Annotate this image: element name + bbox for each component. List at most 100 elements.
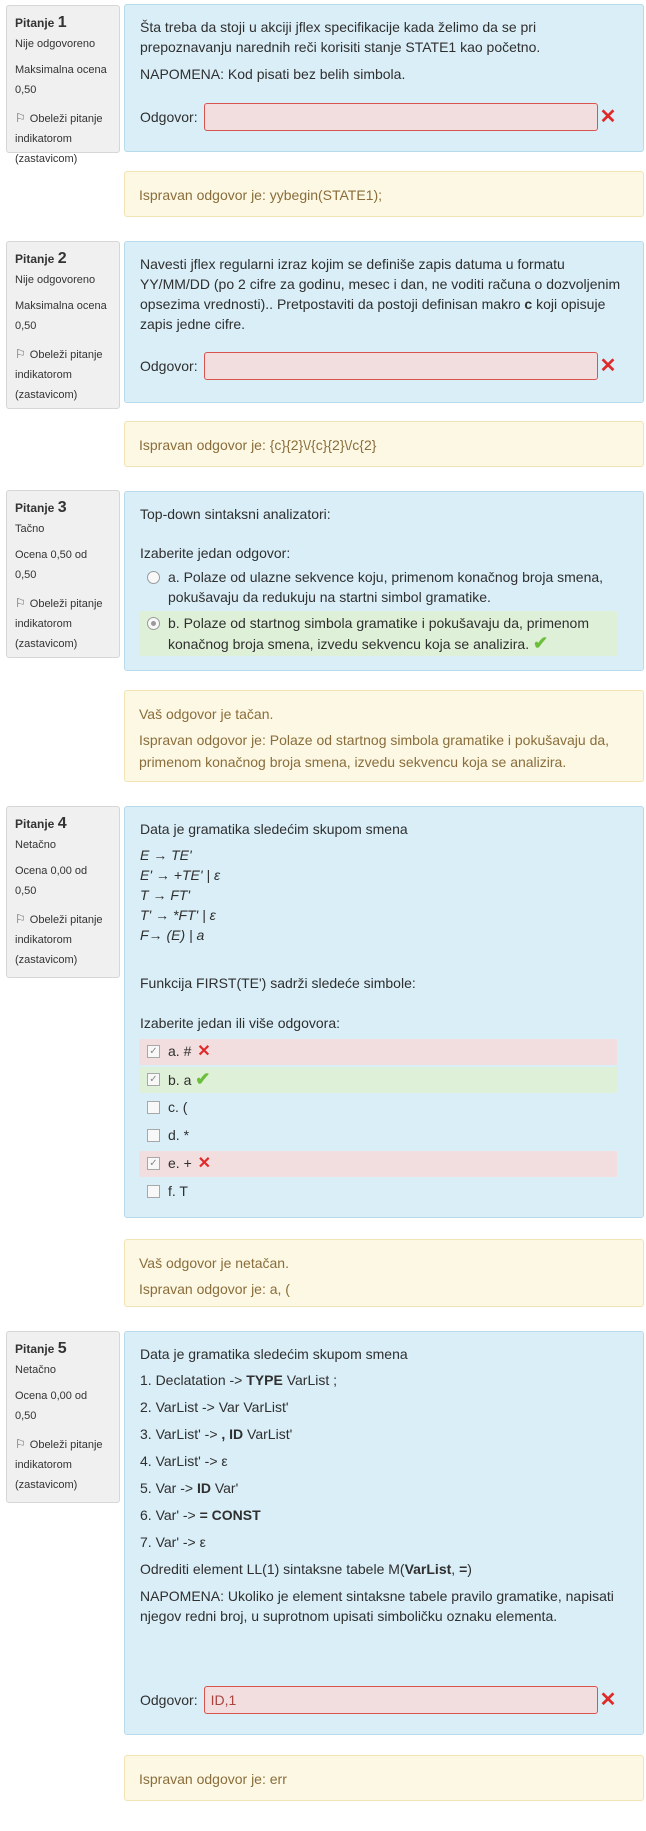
option-b[interactable]: b. Polaze od startnog simbola gramatike …: [139, 611, 617, 656]
grammar-rule: 3. VarList' -> , ID VarList': [140, 1426, 293, 1442]
grammar-rule: 7. Var' -> ε: [140, 1534, 206, 1550]
grammar-rule: 6. Var' -> = CONST: [140, 1507, 261, 1523]
option-f[interactable]: f. T: [139, 1179, 617, 1205]
feedback-box: Ispravan odgovor je: yybegin(STATE1);: [124, 171, 644, 217]
question-grade: Ocena 0,00 od 0,50: [15, 865, 88, 897]
question-number: Pitanje 2: [15, 250, 67, 267]
cross-icon: ✕: [599, 355, 617, 377]
grammar-rule: 5. Var -> ID Var': [140, 1480, 239, 1496]
feedback-box: Ispravan odgovor je: {c}{2}\/{c}{2}\/c{2…: [124, 421, 644, 467]
grammar-rule: 1. Declatation -> TYPE VarList ;: [140, 1372, 338, 1388]
answer-row: Odgovor: ✕: [140, 103, 616, 131]
correct-answer-text: Ispravan odgovor je: yybegin(STATE1);: [139, 187, 383, 203]
question-number: Pitanje 4: [15, 815, 67, 832]
option-e[interactable]: ✓ e. + ✕: [139, 1151, 617, 1177]
question-info: Pitanje 4 Netačno Ocena 0,00 od 0,50 ⚐ Ob…: [6, 806, 120, 978]
flag-icon: ⚐: [15, 1437, 26, 1451]
grammar-rule: 2. VarList -> Var VarList': [140, 1399, 289, 1415]
option-a[interactable]: a. Polaze od ulazne sekvence koju, prime…: [139, 565, 617, 609]
flag-question-link[interactable]: ⚐ Obeleži pitanje indikatorom (zastavicom…: [15, 909, 111, 970]
option-b[interactable]: ✓ b. a ✔: [139, 1067, 617, 1093]
question-content: Navesti jflex regularni izraz kojim se d…: [124, 241, 644, 403]
question-text: Navesti jflex regularni izraz kojim se d…: [140, 256, 621, 332]
feedback-box: Vaš odgovor je netačan. Ispravan odgovor…: [124, 1239, 644, 1307]
answer-label: Odgovor:: [140, 1692, 198, 1708]
feedback-result: Vaš odgovor je tačan.: [139, 706, 274, 722]
grammar-rules: 1. Declatation -> TYPE VarList ; 2. VarL…: [140, 1370, 629, 1552]
answer-input[interactable]: [203, 1686, 598, 1714]
correct-answer-text: Ispravan odgovor je: Polaze od startnog …: [139, 732, 610, 770]
option-label: d. *: [168, 1127, 190, 1143]
answer-row: Odgovor: ✕: [140, 1686, 616, 1714]
answer-label: Odgovor:: [140, 109, 198, 125]
check-icon: ✔: [195, 1069, 211, 1089]
correct-answer-text: Ispravan odgovor je: {c}{2}\/{c}{2}\/c{2…: [139, 437, 377, 453]
question-state: Tačno: [15, 523, 45, 535]
option-label: b. Polaze od startnog simbola gramatike …: [168, 615, 589, 653]
check-icon: ✔: [533, 633, 549, 653]
flag-icon: ⚐: [15, 111, 26, 125]
flag-question-link[interactable]: ⚐ Obeleži pitanje indikatorom (zastavicom…: [15, 1434, 111, 1495]
option-label: b. a ✔: [168, 1069, 211, 1089]
question-text: Data je gramatika sledećim skupom smena: [140, 1346, 408, 1362]
question-info: Pitanje 3 Tačno Ocena 0,50 od 0,50 ⚐ Obel…: [6, 490, 120, 658]
correct-answer-text: Ispravan odgovor je: a, (: [139, 1281, 290, 1297]
flag-icon: ⚐: [15, 912, 26, 926]
answer-row: Odgovor: ✕: [140, 352, 616, 380]
radio-button[interactable]: [147, 617, 160, 630]
question-number: Pitanje 1: [15, 14, 67, 31]
correct-answer-text: Ispravan odgovor je: err: [139, 1771, 287, 1787]
question-content: Data je gramatika sledećim skupom smena …: [124, 1331, 644, 1735]
question-grade: Maksimalna ocena 0,50: [15, 64, 107, 96]
radio-button[interactable]: [147, 571, 160, 584]
question-grade: Maksimalna ocena 0,50: [15, 300, 107, 332]
answer-prompt: Izaberite jedan odgovor:: [140, 545, 291, 561]
question-text: Šta treba da stoji u akciji jflex specif…: [140, 19, 541, 55]
grammar-rule: T' → *FT' | ε: [140, 907, 216, 923]
question-note: NAPOMENA: Kod pisati bez belih simbola.: [140, 66, 406, 82]
option-label: f. T: [168, 1183, 188, 1199]
question-number: Pitanje 5: [15, 1340, 67, 1357]
checkbox[interactable]: ✓: [147, 1045, 160, 1058]
answer-input[interactable]: [203, 352, 598, 380]
feedback-result: Vaš odgovor je netačan.: [139, 1255, 289, 1271]
question-grade: Ocena 0,50 od 0,50: [15, 549, 88, 581]
answer-input[interactable]: [203, 103, 598, 131]
flag-question-link[interactable]: ⚐ Obeleži pitanje indikatorom (zastavicom…: [15, 344, 111, 405]
checkbox[interactable]: [147, 1129, 160, 1142]
question-subtext: Funkcija FIRST(TE') sadrži sledeće simbo…: [140, 975, 416, 991]
grammar-rule: F→ (E) | a: [140, 927, 205, 943]
checkbox[interactable]: ✓: [147, 1073, 160, 1086]
grammar-rule: 4. VarList' -> ε: [140, 1453, 228, 1469]
question-state: Nije odgovoreno: [15, 274, 96, 286]
option-label: a. Polaze od ulazne sekvence koju, prime…: [168, 569, 604, 605]
question-grade: Ocena 0,00 od 0,50: [15, 1390, 88, 1422]
checkbox[interactable]: [147, 1185, 160, 1198]
flag-icon: ⚐: [15, 596, 26, 610]
option-a[interactable]: ✓ a. # ✕: [139, 1039, 617, 1065]
answer-label: Odgovor:: [140, 358, 198, 374]
answer-prompt: Izaberite jedan ili više odgovora:: [140, 1015, 341, 1031]
checkbox[interactable]: ✓: [147, 1157, 160, 1170]
question-info: Pitanje 2 Nije odgovoreno Maksimalna oce…: [6, 241, 120, 409]
question-content: Top-down sintaksni analizatori: Izaberit…: [124, 491, 644, 671]
feedback-box: Ispravan odgovor je: err: [124, 1755, 644, 1801]
question-number: Pitanje 3: [15, 499, 67, 516]
flag-question-link[interactable]: ⚐ Obeleži pitanje indikatorom (zastavicom…: [15, 108, 111, 169]
grammar-rules: E → TE' E' → +TE' | ε T → FT' T' → *FT' …: [140, 845, 629, 945]
flag-question-link[interactable]: ⚐ Obeleži pitanje indikatorom (zastavicom…: [15, 593, 111, 654]
question-content: Šta treba da stoji u akciji jflex specif…: [124, 4, 644, 152]
checkbox[interactable]: [147, 1101, 160, 1114]
option-c[interactable]: c. (: [139, 1095, 617, 1121]
option-d[interactable]: d. *: [139, 1123, 617, 1149]
option-label: c. (: [168, 1099, 188, 1115]
option-label: e. + ✕: [168, 1155, 212, 1172]
question-content: Data je gramatika sledećim skupom smena …: [124, 806, 644, 1218]
question-info: Pitanje 1 Nije odgovoreno Maksimalna oce…: [6, 5, 120, 165]
feedback-box: Vaš odgovor je tačan. Ispravan odgovor j…: [124, 690, 644, 782]
cross-icon: ✕: [599, 1689, 617, 1711]
question-info: Pitanje 5 Netačno Ocena 0,00 od 0,50 ⚐ Ob…: [6, 1331, 120, 1503]
grammar-rule: E' → +TE' | ε: [140, 867, 221, 883]
grammar-rule: T → FT': [140, 887, 191, 903]
option-label: a. # ✕: [168, 1043, 211, 1060]
